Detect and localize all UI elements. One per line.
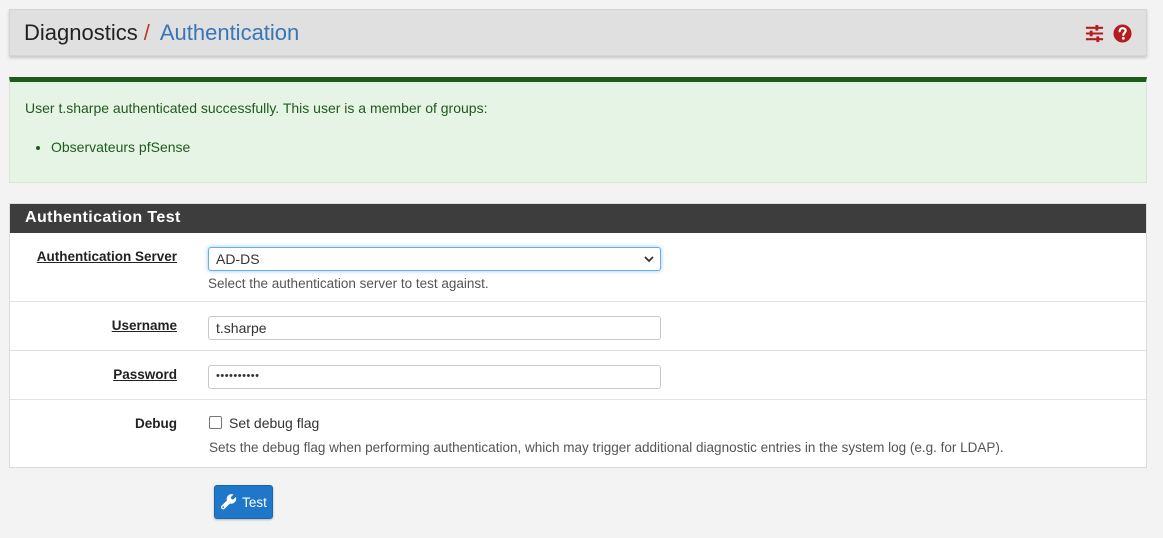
help-circle-icon[interactable] [1113, 24, 1132, 43]
server-select[interactable]: AD-DS [208, 247, 661, 271]
username-input[interactable]: t.sharpe [208, 316, 661, 340]
debug-row: Debug Set debug flag Sets the debug flag… [10, 400, 1146, 467]
alert-message: User t.sharpe authenticated successfully… [25, 100, 488, 116]
header-icons [1085, 24, 1132, 43]
page-header: Diagnostics / Authentication [9, 9, 1147, 56]
password-label: Password [113, 367, 177, 382]
debug-help: Sets the debug flag when performing auth… [209, 440, 1004, 455]
username-label: Username [111, 318, 177, 333]
server-field: AD-DS Select the authentication server t… [208, 247, 661, 291]
server-label: Authentication Server [36, 249, 177, 264]
test-button[interactable]: Test [214, 485, 273, 519]
breadcrumb-parent[interactable]: Diagnostics [24, 20, 138, 46]
group-list: Observateurs pfSense [25, 139, 1131, 155]
password-row: Password •••••••••• [10, 351, 1146, 400]
group-list-item: Observateurs pfSense [51, 139, 1131, 155]
debug-label: Debug [135, 416, 177, 431]
success-alert: User t.sharpe authenticated successfully… [9, 77, 1147, 183]
breadcrumb-separator: / [143, 19, 150, 45]
server-row: Authentication Server AD-DS Select the a… [10, 233, 1146, 302]
server-select-value: AD-DS [216, 251, 260, 267]
wrench-icon [221, 494, 237, 510]
panel-title: Authentication Test [10, 204, 1146, 233]
chevron-down-icon [644, 256, 654, 263]
debug-field: Set debug flag Sets the debug flag when … [209, 414, 1004, 455]
password-input[interactable]: •••••••••• [208, 365, 661, 389]
test-button-label: Test [242, 494, 267, 510]
settings-sliders-icon[interactable] [1085, 24, 1104, 43]
username-field-wrap: t.sharpe [208, 316, 661, 340]
password-field-wrap: •••••••••• [208, 365, 661, 389]
debug-checkbox-label[interactable]: Set debug flag [229, 415, 319, 431]
authentication-test-panel: Authentication Test Authentication Serve… [9, 203, 1147, 468]
server-help: Select the authentication server to test… [208, 276, 489, 291]
breadcrumb-current[interactable]: Authentication [160, 20, 299, 46]
debug-checkbox[interactable] [209, 416, 222, 430]
username-row: Username t.sharpe [10, 302, 1146, 351]
